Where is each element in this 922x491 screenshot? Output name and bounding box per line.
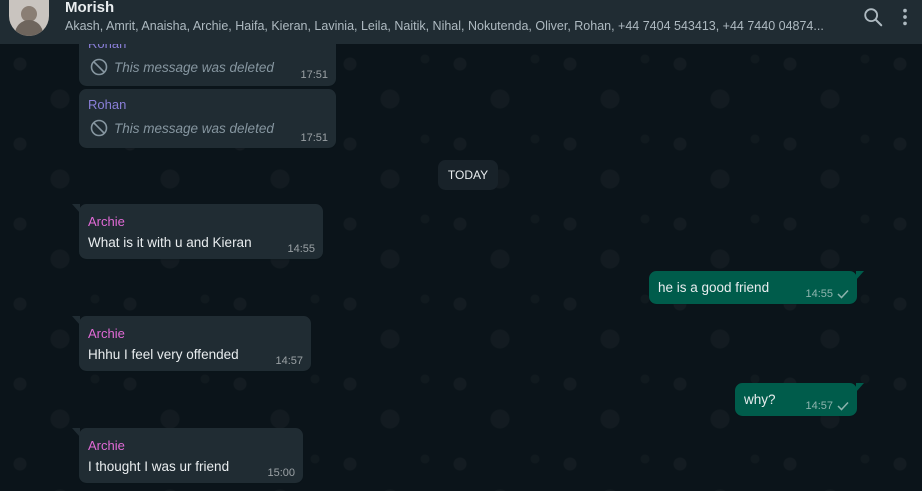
message-time: 14:55	[287, 243, 315, 255]
sender-name: Archie	[88, 214, 125, 229]
message-bubble[interactable]: Archie What is it with u and Kieran 14:5…	[72, 204, 323, 259]
sender-name: Archie	[88, 326, 125, 341]
message-bubble[interactable]: why? 14:57	[735, 383, 864, 416]
message-bubble[interactable]: he is a good friend 14:55	[649, 271, 864, 304]
message-time: 17:51	[300, 69, 328, 81]
deleted-text: This message was deleted	[114, 120, 274, 136]
message-time: 17:51	[300, 132, 328, 144]
message-time: 14:55	[805, 288, 849, 300]
message-time: 15:00	[267, 467, 295, 479]
chat-header[interactable]: Morish Akash, Amrit, Anaisha, Archie, Ha…	[0, 0, 922, 44]
deleted-icon	[90, 58, 108, 76]
message-text: he is a good friend	[658, 280, 770, 295]
deleted-icon	[90, 119, 108, 137]
group-name[interactable]: Morish	[65, 0, 114, 16]
message-bubble[interactable]: Archie I thought I was ur friend 15:00	[72, 428, 303, 483]
message-text: What is it with u and Kieran	[88, 235, 252, 250]
search-icon[interactable]	[862, 6, 884, 28]
group-members[interactable]: Akash, Amrit, Anaisha, Archie, Haifa, Ki…	[65, 19, 840, 33]
sent-tick-icon	[837, 401, 849, 411]
date-divider: TODAY	[438, 160, 498, 190]
sender-name: Archie	[88, 438, 125, 453]
deleted-text: This message was deleted	[114, 59, 274, 75]
message-time: 14:57	[805, 400, 849, 412]
message-bubble[interactable]: Rohan This message was deleted 17:51	[79, 89, 336, 148]
deleted-message: This message was deleted	[90, 119, 274, 137]
message-bubble[interactable]: Archie Hhhu I feel very offended 14:57	[72, 316, 311, 371]
message-time-text: 14:57	[805, 400, 833, 412]
message-text: why?	[744, 392, 776, 407]
menu-icon[interactable]	[900, 6, 910, 28]
deleted-message: This message was deleted	[90, 58, 274, 76]
message-time-text: 14:55	[805, 288, 833, 300]
group-avatar[interactable]	[9, 0, 49, 36]
sent-tick-icon	[837, 289, 849, 299]
message-text: Hhhu I feel very offended	[88, 347, 239, 362]
sender-name: Rohan	[88, 97, 127, 112]
message-time: 14:57	[275, 355, 303, 367]
message-text: I thought I was ur friend	[88, 459, 230, 474]
